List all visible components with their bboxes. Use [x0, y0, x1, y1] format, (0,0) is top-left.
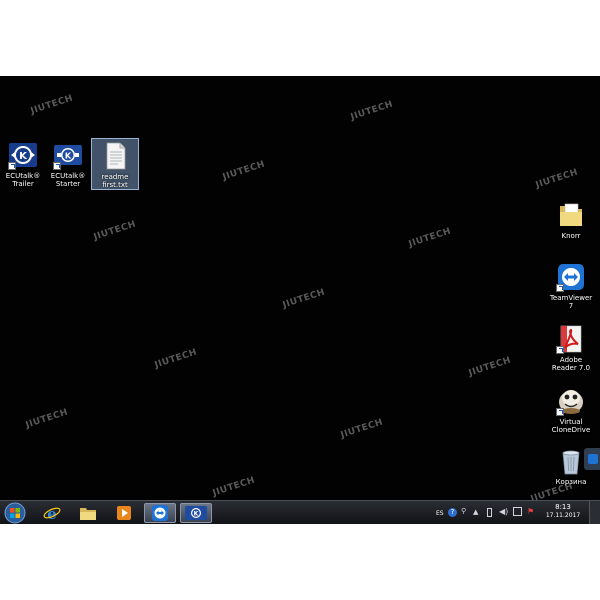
svg-text:K: K	[65, 152, 72, 161]
shortcut-arrow-icon	[8, 162, 16, 170]
taskbar-teamviewer[interactable]	[144, 503, 176, 523]
internet-explorer-icon: e	[43, 505, 61, 522]
power-icon[interactable]	[487, 508, 492, 517]
taskbar-media-player[interactable]	[108, 503, 140, 523]
clonedrive-icon	[556, 386, 586, 416]
svg-text:K: K	[194, 511, 199, 518]
teamviewer-icon	[152, 505, 168, 521]
teamviewer-icon	[556, 262, 586, 292]
media-player-icon	[117, 506, 131, 520]
desktop-icon-teamviewer[interactable]: TeamViewer 7	[548, 262, 594, 310]
watermark: JIUTECH	[339, 417, 385, 441]
watermark: JIUTECH	[349, 99, 395, 123]
clock[interactable]: 8:13 17.11.2017	[544, 503, 582, 520]
desktop-icon-ecutalk-trailer[interactable]: K ECUtalk® Trailer	[0, 140, 46, 188]
desktop-icon-knorr[interactable]: Knorr	[548, 200, 594, 240]
explorer-folder-icon	[80, 508, 96, 520]
desktop[interactable]: JIUTECH JIUTECH JIUTECH JIUTECH JIUTECH …	[0, 76, 600, 524]
taskbar-internet-explorer[interactable]: e	[36, 503, 68, 523]
desktop-icon-label: ECUtalk® Trailer	[5, 172, 41, 188]
language-indicator[interactable]: ES	[436, 510, 444, 517]
volume-icon[interactable]: ◀)	[499, 507, 508, 516]
language-bar-icon[interactable]: ⚲	[461, 507, 469, 517]
desktop-icon-label: Knorr	[561, 232, 581, 240]
teamviewer-edge-tab[interactable]	[584, 448, 600, 470]
ecutalk-icon: K	[185, 506, 207, 520]
adobe-reader-icon	[556, 324, 586, 354]
clock-date: 17.11.2017	[545, 512, 581, 519]
watermark: JIUTECH	[211, 475, 257, 499]
watermark: JIUTECH	[467, 355, 513, 379]
desktop-icon-ecutalk-starter[interactable]: K ECUtalk® Starter	[45, 140, 91, 188]
start-button[interactable]	[4, 502, 26, 524]
taskbar-ecutalk[interactable]: K	[180, 503, 212, 523]
network-icon[interactable]	[513, 507, 522, 516]
ecutalk-trailer-icon: K	[8, 140, 38, 170]
clock-time: 8:13	[555, 503, 571, 511]
shortcut-arrow-icon	[556, 408, 564, 416]
desktop-icon-label: Корзина	[555, 478, 587, 486]
show-hidden-icons-icon[interactable]: ▲	[473, 508, 478, 516]
watermark: JIUTECH	[153, 347, 199, 371]
folder-icon	[556, 200, 586, 230]
action-center-flag-icon[interactable]: ⚑	[527, 507, 534, 516]
shortcut-arrow-icon	[556, 284, 564, 292]
svg-text:e: e	[47, 505, 57, 522]
watermark: JIUTECH	[281, 287, 327, 311]
ecutalk-starter-icon: K	[53, 140, 83, 170]
watermark: JIUTECH	[407, 226, 453, 250]
watermark: JIUTECH	[29, 93, 75, 117]
desktop-icon-label: TeamViewer 7	[549, 294, 593, 310]
desktop-icon-label: readme first.txt	[101, 173, 129, 189]
desktop-icon-adobe-reader[interactable]: Adobe Reader 7.0	[548, 324, 594, 372]
help-icon[interactable]: ?	[448, 508, 457, 517]
windows-orb-icon	[4, 502, 26, 524]
teamviewer-small-icon	[588, 454, 598, 464]
svg-text:K: K	[19, 151, 28, 162]
taskbar: e K ES ? ⚲ ▲ ◀) ⚑ 8:13 17.11.2017	[0, 500, 600, 524]
desktop-icon-label: Virtual CloneDrive	[551, 418, 591, 434]
desktop-icon-virtual-clonedrive[interactable]: Virtual CloneDrive	[548, 386, 594, 434]
desktop-icon-label: Adobe Reader 7.0	[551, 356, 591, 372]
watermark: JIUTECH	[24, 407, 70, 431]
shortcut-arrow-icon	[556, 346, 564, 354]
recycle-bin-icon	[556, 446, 586, 476]
text-file-icon	[100, 141, 130, 171]
watermark: JIUTECH	[534, 167, 580, 191]
desktop-icon-readme[interactable]: readme first.txt	[91, 138, 139, 190]
watermark: JIUTECH	[92, 219, 138, 243]
shortcut-arrow-icon	[53, 162, 61, 170]
desktop-icon-label: ECUtalk® Starter	[50, 172, 86, 188]
watermark: JIUTECH	[221, 159, 267, 183]
taskbar-explorer[interactable]	[72, 503, 104, 523]
show-desktop-button[interactable]	[589, 501, 600, 524]
